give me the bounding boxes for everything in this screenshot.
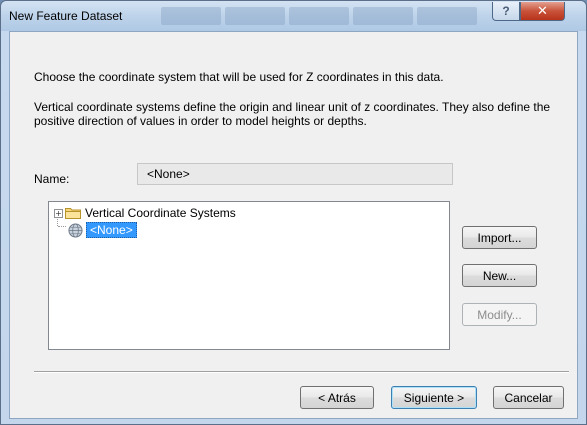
new-button[interactable]: New...	[462, 264, 537, 287]
dialog-window: New Feature Dataset ? ✕ Choose the coord…	[0, 0, 587, 425]
close-button[interactable]: ✕	[520, 2, 565, 21]
close-icon: ✕	[537, 3, 548, 18]
next-button[interactable]: Siguiente >	[391, 386, 477, 409]
import-button[interactable]: Import...	[462, 226, 537, 249]
name-field: <None>	[137, 163, 453, 185]
name-label: Name:	[34, 172, 70, 186]
folder-icon	[65, 208, 81, 219]
expand-icon[interactable]: +	[54, 208, 63, 218]
intro-text: Choose the coordinate system that will b…	[34, 70, 444, 84]
dialog-title: New Feature Dataset	[9, 9, 123, 23]
title-bar[interactable]: New Feature Dataset ? ✕	[1, 1, 586, 31]
back-button[interactable]: < Atrás	[300, 386, 374, 409]
modify-button[interactable]: Modify...	[462, 303, 537, 326]
tree-item-label-selected: <None>	[86, 222, 137, 238]
description-text: Vertical coordinate systems define the o…	[34, 100, 551, 128]
tree-item-label: Vertical Coordinate Systems	[85, 206, 236, 220]
tree-item-vertical-coordinate-systems[interactable]: + Vertical Coordinate Systems	[54, 205, 236, 221]
coordinate-system-tree[interactable]: + Vertical Coordinate Systems <None>	[48, 201, 450, 350]
help-button[interactable]: ?	[492, 2, 520, 21]
dialog-body: Choose the coordinate system that will b…	[9, 31, 578, 419]
help-icon: ?	[502, 4, 510, 18]
tree-item-none[interactable]: <None>	[68, 222, 137, 238]
cancel-button[interactable]: Cancelar	[493, 386, 564, 409]
background-taskbar-ghost	[161, 7, 477, 25]
globe-icon	[68, 222, 83, 238]
footer-divider	[34, 371, 569, 373]
